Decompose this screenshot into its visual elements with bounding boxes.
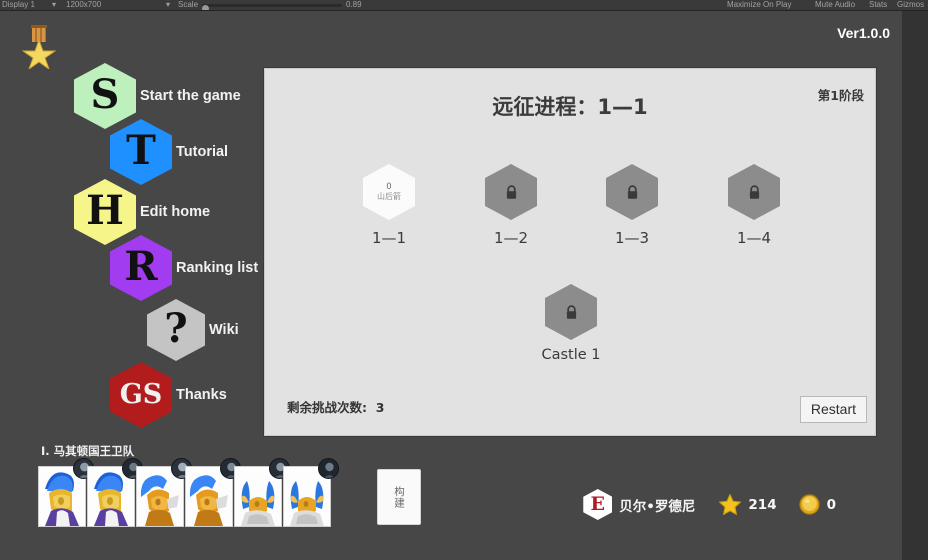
level-node-1-4[interactable]: 1—4 [698,164,810,247]
faction-glyph: E [591,495,605,514]
node-subtitle: 山后箭 [377,192,401,202]
lock-icon [626,185,639,200]
level-node-label: 1—1 [333,229,445,247]
display-dropdown[interactable]: Display 1 [2,0,35,10]
hex-glyph: ? [164,309,187,349]
hexagon-node-locked-icon[interactable] [545,284,597,340]
menu-item-label: Start the game [140,88,241,104]
hex-glyph: GS [120,381,163,408]
scale-label: Scale [178,0,198,10]
list-item[interactable] [283,466,331,527]
menu-item-label: Edit home [140,204,210,220]
list-item[interactable] [136,466,184,527]
coin-count: 0 [827,497,836,513]
gizmos-dropdown[interactable]: Gizmos [897,0,924,10]
hexagon-letter-r-icon[interactable]: R [110,235,172,301]
level-node-1-1[interactable]: 0 山后箭 1—1 [333,164,445,247]
menu-item-label: Ranking list [176,260,258,276]
menu-item-label: Wiki [209,322,239,338]
star-count: 214 [748,497,776,513]
page-title: 远征进程：1—1 [265,91,875,121]
app-root: Display 1 ▾ 1200x700 ▾ Scale 0.89 Maximi… [0,0,928,560]
level-node-row: 0 山后箭 1—1 1—2 [265,164,877,284]
expedition-panel: 远征进程：1—1 第1阶段 0 山后箭 1—1 [264,68,876,436]
level-node-label: 1—3 [576,229,688,247]
resolution-dropdown[interactable]: 1200x700 [66,0,101,10]
hexagon-node-locked-icon[interactable] [485,164,537,220]
hex-glyph: T [126,131,156,171]
star-icon [719,494,741,515]
level-node-label: 1—2 [455,229,567,247]
build-button[interactable]: 构建 [377,469,421,525]
hex-glyph: R [124,247,157,287]
lock-icon [565,305,578,320]
display-caret-icon[interactable]: ▾ [52,0,56,10]
player-hud: E 贝尔•罗德尼 214 0 [583,489,858,520]
game-view: Ver1.0.0 S Start the game T Tutorial H E… [0,11,902,560]
hexagon-node-open-icon[interactable]: 0 山后箭 [363,164,415,220]
list-item[interactable] [185,466,233,527]
hex-glyph: H [86,191,124,231]
level-node-1-3[interactable]: 1—3 [576,164,688,247]
hex-glyph: S [91,75,120,115]
resolution-caret-icon[interactable]: ▾ [166,0,170,10]
level-node-1-2[interactable]: 1—2 [455,164,567,247]
hexagon-letters-gs-icon[interactable]: GS [110,362,172,428]
version-label: Ver1.0.0 [837,25,890,41]
scale-slider[interactable] [202,4,342,7]
coin-icon [799,494,820,515]
list-item[interactable] [87,466,135,527]
castle-node-label: Castle 1 [515,347,627,363]
menu-item-thanks[interactable]: GS Thanks [110,362,227,428]
right-gutter [902,11,928,560]
node-count: 0 [386,182,391,192]
unity-editor-toolbar: Display 1 ▾ 1200x700 ▾ Scale 0.89 Maximi… [0,0,928,11]
lock-icon [505,185,518,200]
build-label: 构建 [393,486,405,509]
list-item[interactable] [234,466,282,527]
player-name-label: 贝尔•罗德尼 [619,495,695,515]
maximize-on-play-toggle[interactable]: Maximize On Play [727,0,791,10]
menu-item-tutorial[interactable]: T Tutorial [110,119,228,185]
mute-audio-toggle[interactable]: Mute Audio [815,0,855,10]
castle-node[interactable]: Castle 1 [515,284,627,363]
status-badge-stars: 214 [719,494,776,515]
scale-value: 0.89 [346,0,362,10]
hexagon-letter-t-icon[interactable]: T [110,119,172,185]
status-badge-coins: 0 [799,494,836,515]
restart-button[interactable]: Restart [800,396,867,423]
hexagon-question-icon[interactable]: ? [147,299,205,361]
challenges-label: 剩余挑战次数: [287,400,367,415]
squad-name-label: I. 马其顿国王卫队 [41,443,134,459]
lock-icon [748,185,761,200]
menu-item-wiki[interactable]: ? Wiki [147,299,239,361]
list-item[interactable] [38,466,86,527]
challenges-value: 3 [376,400,385,415]
main-menu: S Start the game T Tutorial H Edit home … [0,11,262,441]
hexagon-node-locked-icon[interactable] [728,164,780,220]
portrait-badge[interactable] [318,458,339,479]
menu-item-label: Thanks [176,387,227,403]
menu-item-ranking-list[interactable]: R Ranking list [110,235,258,301]
phase-badge: 第1阶段 [818,85,864,104]
faction-emblem-icon[interactable]: E [583,489,612,520]
menu-item-label: Tutorial [176,144,228,160]
stats-toggle[interactable]: Stats [869,0,887,10]
challenges-remaining: 剩余挑战次数: 3 [287,397,384,416]
hexagon-node-locked-icon[interactable] [606,164,658,220]
level-node-label: 1—4 [698,229,810,247]
